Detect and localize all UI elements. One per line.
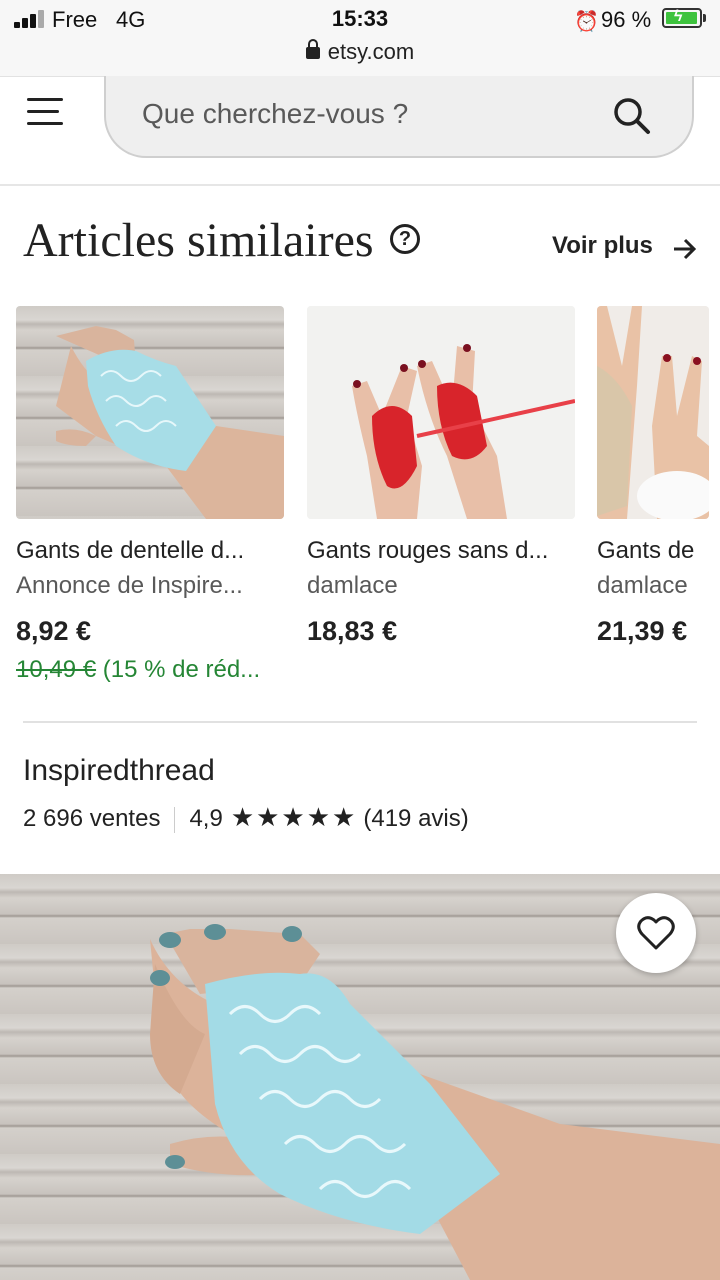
- product-card[interactable]: Gants de damlace 21,39 €: [597, 306, 720, 666]
- section-title: Articles similaires: [23, 214, 374, 267]
- product-shop: damlace: [597, 572, 688, 599]
- review-count[interactable]: (419 avis): [363, 805, 468, 832]
- lace-glove-ivory-image: [597, 306, 709, 519]
- shop-stats: 2 696 ventes 4,9 ★★★★★ (419 avis): [23, 802, 469, 833]
- original-price: 10,49 €: [16, 656, 97, 683]
- product-shop: Annonce de Inspire...: [16, 572, 243, 599]
- product-title[interactable]: Gants de dentelle d...: [16, 537, 244, 565]
- search-icon[interactable]: [612, 96, 652, 136]
- discount-text: (15 % de réd...: [96, 656, 261, 683]
- alarm-icon: ⏰: [574, 11, 599, 33]
- discount-line: 10,49 € (15 % de réd...: [16, 656, 260, 684]
- product-price: 8,92 €: [16, 616, 92, 646]
- product-image[interactable]: [597, 306, 709, 519]
- lock-icon: [305, 39, 320, 59]
- heart-icon: [637, 916, 675, 950]
- status-bar: Free 4G 15:33 etsy.com ⏰ 96 % ϟ: [0, 0, 720, 77]
- address-bar[interactable]: etsy.com: [0, 39, 720, 65]
- product-title[interactable]: Gants de: [597, 537, 694, 565]
- main-product-image[interactable]: [0, 874, 720, 1280]
- product-shop: damlace: [307, 572, 398, 599]
- product-title[interactable]: Gants rouges sans d...: [307, 537, 548, 565]
- lace-glove-hero-image: [150, 924, 720, 1280]
- menu-icon[interactable]: [27, 96, 63, 128]
- sales-count: 2 696 ventes: [23, 805, 161, 832]
- see-more-link[interactable]: Voir plus: [552, 232, 653, 260]
- search-input[interactable]: Que cherchez-vous ?: [142, 98, 408, 130]
- divider: [23, 721, 697, 723]
- arrow-right-icon[interactable]: [672, 236, 698, 262]
- star-rating-icon: ★★★★★: [230, 802, 358, 832]
- product-card[interactable]: Gants rouges sans d... damlace 18,83 €: [307, 306, 575, 646]
- lace-glove-blue-image: [56, 326, 284, 519]
- product-image[interactable]: [16, 306, 284, 519]
- battery-icon: ϟ: [662, 8, 702, 28]
- site-header: Que cherchez-vous ?: [0, 76, 720, 186]
- rating-value: 4,9: [189, 805, 223, 832]
- battery-percentage: 96 %: [601, 7, 652, 32]
- product-price: 21,39 €: [597, 616, 688, 646]
- favorite-button[interactable]: [616, 893, 696, 973]
- search-bar[interactable]: Que cherchez-vous ?: [104, 76, 694, 158]
- product-image[interactable]: [307, 306, 575, 519]
- stats-separator: [174, 806, 176, 833]
- help-icon[interactable]: ?: [390, 224, 420, 254]
- lace-glove-red-image: [307, 306, 575, 519]
- url-text: etsy.com: [327, 39, 415, 64]
- product-card[interactable]: Gants de dentelle d... Annonce de Inspir…: [16, 306, 284, 683]
- product-price: 18,83 €: [307, 616, 398, 646]
- shop-name[interactable]: Inspiredthread: [23, 754, 215, 788]
